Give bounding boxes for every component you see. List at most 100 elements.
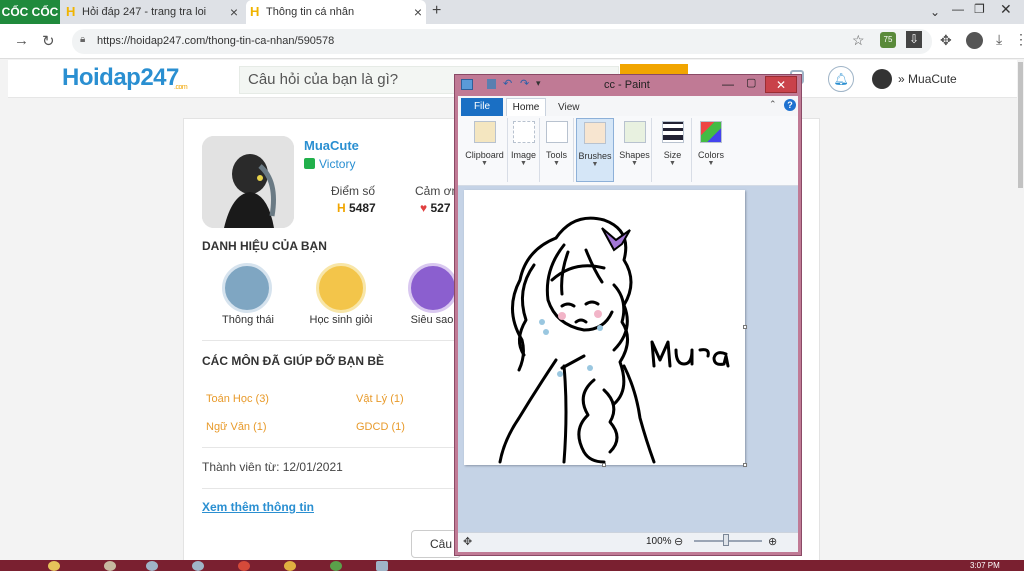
size-group[interactable]: Size ▼ [654, 118, 692, 182]
tab-label: Hỏi đáp 247 - trang tra loi [82, 6, 207, 18]
taskbar-app-icon[interactable] [238, 561, 250, 571]
resize-handle[interactable] [602, 463, 606, 467]
drawing-canvas[interactable] [464, 190, 745, 465]
resize-handle[interactable] [743, 463, 747, 467]
taskbar-paint-icon[interactable] [376, 561, 388, 571]
subject-link[interactable]: Ngữ Văn (1) [206, 421, 267, 433]
zoom-in-button[interactable]: ⊕ [768, 535, 777, 548]
tab-profile[interactable]: H Thông tin cá nhân × [246, 0, 426, 24]
colors-group[interactable]: Colors ▼ [694, 118, 728, 182]
new-tab-button[interactable]: + [432, 0, 441, 22]
collapse-ribbon-icon[interactable]: ⌃ [769, 99, 777, 110]
profile-avatar [202, 136, 294, 228]
redo-icon[interactable]: ↷ [520, 77, 529, 90]
zoom-slider-thumb[interactable] [723, 534, 729, 546]
clipboard-icon [473, 121, 496, 143]
close-window-icon[interactable]: ✕ [1000, 0, 1012, 18]
quick-access-dropdown-icon[interactable]: ▾ [536, 78, 541, 89]
taskbar-app-icon[interactable] [284, 561, 296, 571]
tools-group[interactable]: Tools ▼ [540, 118, 574, 182]
logo-suffix: .com [174, 84, 188, 91]
chevron-down-icon: ▼ [707, 160, 715, 167]
subject-link[interactable]: Vật Lý (1) [356, 393, 404, 405]
subjects-heading: CÁC MÔN ĐÃ GIÚP ĐỠ BẠN BÈ [202, 354, 385, 368]
subject-link[interactable]: Toán Học (3) [206, 393, 269, 405]
tab-search-icon[interactable]: ⌄ [930, 3, 940, 21]
paint-statusbar [458, 532, 798, 552]
shapes-group[interactable]: Shapes ▼ [618, 118, 652, 182]
paint-maximize-icon[interactable]: ▢ [746, 76, 756, 89]
view-tab[interactable]: View [558, 102, 580, 113]
bell-icon[interactable]: 🔔︎ [828, 66, 854, 92]
brushes-group[interactable]: Brushes ▼ [576, 118, 614, 182]
close-icon[interactable]: × [230, 0, 238, 24]
zoom-out-button[interactable]: ⊖ [674, 535, 683, 548]
profile-rank: Victory [304, 157, 355, 171]
paint-close-button[interactable]: ✕ [765, 76, 797, 93]
chevron-down-icon: ▼ [591, 161, 599, 168]
image-group[interactable]: Image ▼ [508, 118, 540, 182]
see-more-link[interactable]: Xem thêm thông tin [202, 500, 314, 514]
profile-icon[interactable] [966, 32, 983, 49]
site-favicon-icon: H [66, 4, 76, 19]
taskbar-app-icon[interactable] [146, 561, 158, 571]
thanks-value: ♥ 527 [420, 201, 451, 215]
reload-icon[interactable]: ↻ [42, 32, 55, 50]
scrollbar-thumb[interactable] [1018, 62, 1023, 188]
drawing-illustration [498, 216, 730, 464]
ask-button[interactable] [620, 64, 688, 74]
bookmark-star-icon[interactable]: ☆ [852, 32, 865, 49]
size-label: Size [663, 150, 682, 160]
paint-app-icon[interactable] [461, 79, 473, 90]
shapes-icon [623, 121, 646, 143]
download-ext-icon[interactable]: ⇩ [906, 31, 922, 48]
taskbar-app-icon[interactable] [192, 561, 204, 571]
taskbar-coccoc-icon[interactable] [330, 561, 342, 571]
menu-icon[interactable]: ⋮ [1014, 31, 1024, 48]
forward-icon[interactable]: → [14, 32, 29, 49]
tab-hoidap[interactable]: H Hỏi đáp 247 - trang tra loi × [62, 0, 242, 24]
download-icon[interactable]: ⤓ [996, 31, 1002, 48]
divider [202, 447, 457, 448]
url-text[interactable]: https://hoidap247.com/thong-tin-ca-nhan/… [97, 35, 334, 47]
divider [202, 488, 457, 489]
avatar[interactable] [872, 69, 892, 89]
header-username[interactable]: » MuaCute [898, 72, 957, 86]
score-label: Điểm số [331, 184, 376, 198]
titles-heading: DANH HIỆU CỦA BẠN [202, 239, 327, 253]
save-icon[interactable] [487, 79, 496, 89]
zoom-level: 100% [646, 536, 672, 547]
resize-handle[interactable] [743, 325, 747, 329]
restore-icon[interactable]: ❐ [974, 0, 985, 18]
chevron-down-icon: » [898, 72, 905, 86]
logo-text: Hoidap247 [62, 64, 179, 91]
extensions-puzzle-icon[interactable]: ✥ [940, 32, 952, 49]
paint-minimize-icon[interactable]: — [722, 77, 734, 91]
clipboard-group[interactable]: Clipboard ▼ [462, 118, 508, 182]
paint-title: cc - Paint [604, 79, 650, 91]
subject-link[interactable]: GDCD (1) [356, 421, 405, 433]
badge-superstar-icon[interactable] [408, 263, 458, 313]
site-logo[interactable]: Hoidap247 .com [62, 64, 188, 92]
badge-good-student-icon[interactable] [316, 263, 366, 313]
score-number: 5487 [349, 201, 376, 215]
help-icon[interactable]: ? [784, 99, 796, 111]
badge-wise-icon[interactable] [222, 263, 272, 313]
rank-icon [304, 158, 315, 169]
taskbar-folder-icon[interactable] [48, 561, 60, 571]
brushes-label: Brushes [578, 151, 612, 161]
score-value: H 5487 [337, 201, 376, 215]
undo-icon[interactable]: ↶ [503, 77, 512, 90]
lock-icon[interactable]: 🔒︎ [80, 34, 85, 45]
profile-name[interactable]: MuaCute [304, 138, 359, 153]
browser-logo[interactable]: CỐC CỐC [0, 0, 60, 24]
minimize-icon[interactable]: — [952, 0, 964, 18]
clipboard-label: Clipboard [465, 150, 504, 160]
site-favicon-icon: H [250, 4, 260, 19]
taskbar-clock: 3:07 PM [970, 561, 1000, 570]
taskbar-app-icon[interactable] [104, 561, 116, 571]
extension-badge[interactable]: 75 [880, 32, 896, 48]
close-icon[interactable]: × [414, 0, 422, 24]
home-tab[interactable]: Home [506, 98, 546, 116]
file-tab[interactable]: File [461, 98, 503, 116]
